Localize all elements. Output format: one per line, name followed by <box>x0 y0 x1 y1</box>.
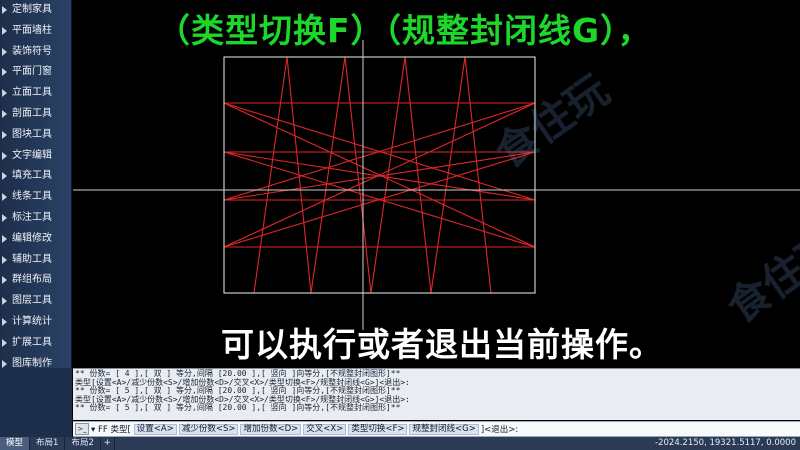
expand-arrow-icon <box>2 297 7 306</box>
division-line-diagonal <box>310 56 346 294</box>
sidebar-item[interactable]: 图层工具 <box>0 291 71 312</box>
sidebar-item[interactable]: 标注工具 <box>0 208 71 229</box>
option-settings[interactable]: 设置<A> <box>133 423 177 435</box>
sidebar-item-label: 图库制作 <box>12 357 52 369</box>
sidebar-item[interactable]: 计算统计 <box>0 312 71 333</box>
sidebar-item-label: 平面门窗 <box>12 66 52 78</box>
tool-menu: 定制家具平面墙柱装饰符号平面门窗立面工具剖面工具图块工具文字编辑填充工具线条工具… <box>0 0 72 370</box>
command-history: ** 份数= [ 4 ],[ 双 ] 等分,间隔 [20.00 ],[ 竖向 ]… <box>73 368 800 420</box>
option-increase-count[interactable]: 增加份数<D> <box>240 423 302 435</box>
division-line-diagonal <box>344 56 372 294</box>
sidebar-item-label: 线条工具 <box>12 191 52 203</box>
expand-arrow-icon <box>2 47 7 56</box>
sidebar-item[interactable]: 图块工具 <box>0 125 71 146</box>
sidebar-item[interactable]: 平面墙柱 <box>0 21 71 42</box>
tab-layout1[interactable]: 布局1 <box>30 437 66 450</box>
sidebar-item[interactable]: 定制家具 <box>0 0 71 21</box>
sidebar-item-label: 计算统计 <box>12 315 52 327</box>
tab-model[interactable]: 模型 <box>0 437 31 450</box>
add-layout-button[interactable]: + <box>101 437 115 450</box>
expand-arrow-icon <box>2 109 7 118</box>
sidebar-item[interactable]: 编辑修改 <box>0 229 71 250</box>
terminal-icon[interactable]: >_ <box>75 423 89 435</box>
expand-arrow-icon <box>2 130 7 139</box>
expand-arrow-icon <box>2 26 7 35</box>
sidebar-item-label: 立面工具 <box>12 87 52 99</box>
division-line-diagonal <box>404 56 432 294</box>
sidebar-item-label: 定制家具 <box>12 4 52 15</box>
expand-arrow-icon <box>2 213 7 222</box>
division-lines <box>223 56 536 294</box>
layout-tabs: 模型 布局1 布局2 + -2024.2150, 19321.5117, 0.0… <box>0 437 800 450</box>
sidebar-item-label: 填充工具 <box>12 170 52 182</box>
sidebar-item-label: 编辑修改 <box>12 232 52 244</box>
coordinate-readout: -2024.2150, 19321.5117, 0.0000 <box>655 438 796 448</box>
sidebar-item[interactable]: 线条工具 <box>0 187 71 208</box>
sidebar-item[interactable]: 剖面工具 <box>0 104 71 125</box>
expand-arrow-icon <box>2 338 7 347</box>
expand-arrow-icon <box>2 193 7 202</box>
sidebar-item-label: 扩展工具 <box>12 336 52 348</box>
history-line: ** 份数= [ 5 ],[ 双 ] 等分,间隔 [20.00 ],[ 竖向 ]… <box>75 403 401 413</box>
expand-arrow-icon <box>2 255 7 264</box>
command-exit-prompt: ]<退出>: <box>480 425 519 435</box>
sidebar-item-label: 图层工具 <box>12 295 52 307</box>
expand-arrow-icon <box>2 359 7 368</box>
option-toggle-type[interactable]: 类型切换<F> <box>348 423 408 435</box>
sidebar-item[interactable]: 装饰符号 <box>0 42 71 63</box>
sidebar-item-label: 图块工具 <box>12 128 52 140</box>
expand-arrow-icon <box>2 89 7 98</box>
option-cross[interactable]: 交叉<X> <box>303 423 347 435</box>
sidebar-item-label: 群组布局 <box>12 274 52 286</box>
option-regular-closed-line[interactable]: 规整封闭线<G> <box>409 423 479 435</box>
sidebar-item-label: 文字编辑 <box>12 149 52 161</box>
expand-arrow-icon <box>2 276 7 285</box>
sidebar-item[interactable]: 辅助工具 <box>0 250 71 271</box>
sidebar-footer <box>0 368 72 437</box>
command-line[interactable]: >_ ▾ FF 类型[ 设置<A> 减少份数<S> 增加份数<D> 交叉<X> … <box>73 421 800 437</box>
option-decrease-count[interactable]: 减少份数<S> <box>178 423 239 435</box>
sidebar-item-label: 平面墙柱 <box>12 24 52 36</box>
expand-arrow-icon <box>2 68 7 77</box>
sidebar-item[interactable]: 群组布局 <box>0 270 71 291</box>
tab-layout2[interactable]: 布局2 <box>65 437 101 450</box>
sidebar-item-label: 装饰符号 <box>12 45 52 57</box>
sidebar-item[interactable]: 平面门窗 <box>0 62 71 83</box>
expand-arrow-icon <box>2 6 7 14</box>
sidebar-item[interactable]: 扩展工具 <box>0 333 71 354</box>
sidebar-item[interactable]: 填充工具 <box>0 166 71 187</box>
division-line-diagonal <box>464 56 492 294</box>
sidebar-item[interactable]: 立面工具 <box>0 83 71 104</box>
drawing-svg <box>73 40 800 330</box>
sidebar-item-label: 标注工具 <box>12 211 52 223</box>
division-line-diagonal <box>253 56 288 294</box>
sidebar-item-label: 剖面工具 <box>12 107 52 119</box>
expand-arrow-icon <box>2 317 7 326</box>
caption-bottom: 可以执行或者退出当前操作。 <box>221 325 663 364</box>
expand-arrow-icon <box>2 172 7 181</box>
expand-arrow-icon <box>2 234 7 243</box>
sidebar-item-label: 辅助工具 <box>12 253 52 265</box>
expand-arrow-icon <box>2 151 7 160</box>
drawing-canvas[interactable]: 食住玩 食住玩 （类型切换F）（规整封闭线G）， 可以执行或者退出当前操作。 <box>73 0 800 368</box>
sidebar-item[interactable]: 文字编辑 <box>0 146 71 167</box>
command-prompt: ▾ FF 类型[ <box>91 425 131 435</box>
caption-top: （类型切换F）（规整封闭线G）， <box>157 11 652 50</box>
